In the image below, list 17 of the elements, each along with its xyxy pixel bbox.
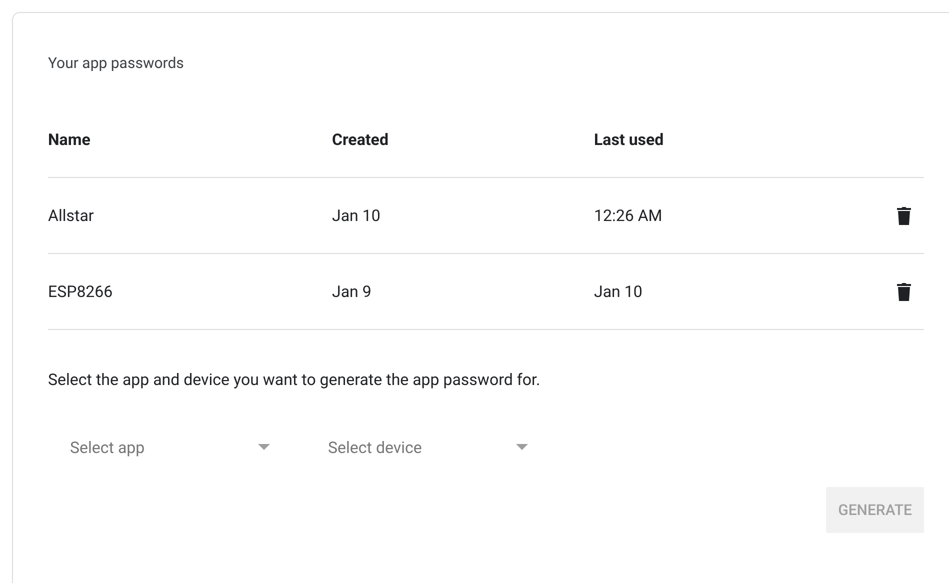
select-dropdown[interactable]: Select device — [306, 425, 546, 469]
table-cell: Allstar — [48, 206, 94, 225]
column-header: Name — [48, 130, 90, 148]
select-dropdown[interactable]: Select app — [48, 425, 288, 469]
table-cell: ESP8266 — [48, 282, 113, 301]
table-cell: Jan 10 — [594, 282, 642, 301]
table-cell: Jan 9 — [332, 282, 372, 301]
caret-icon — [516, 444, 528, 450]
caret-icon — [258, 444, 270, 450]
trash-icon[interactable] — [897, 282, 911, 300]
column-header: Created — [332, 130, 388, 148]
trash-icon[interactable] — [897, 206, 911, 224]
column-header: Last used — [594, 130, 664, 148]
table-cell: 12:26 AM — [594, 206, 662, 225]
section-title: Your app passwords — [48, 53, 184, 73]
instruction-text: Select the app and device you want to generate the app password for. — [48, 370, 540, 389]
table-cell: Jan 10 — [332, 206, 380, 225]
